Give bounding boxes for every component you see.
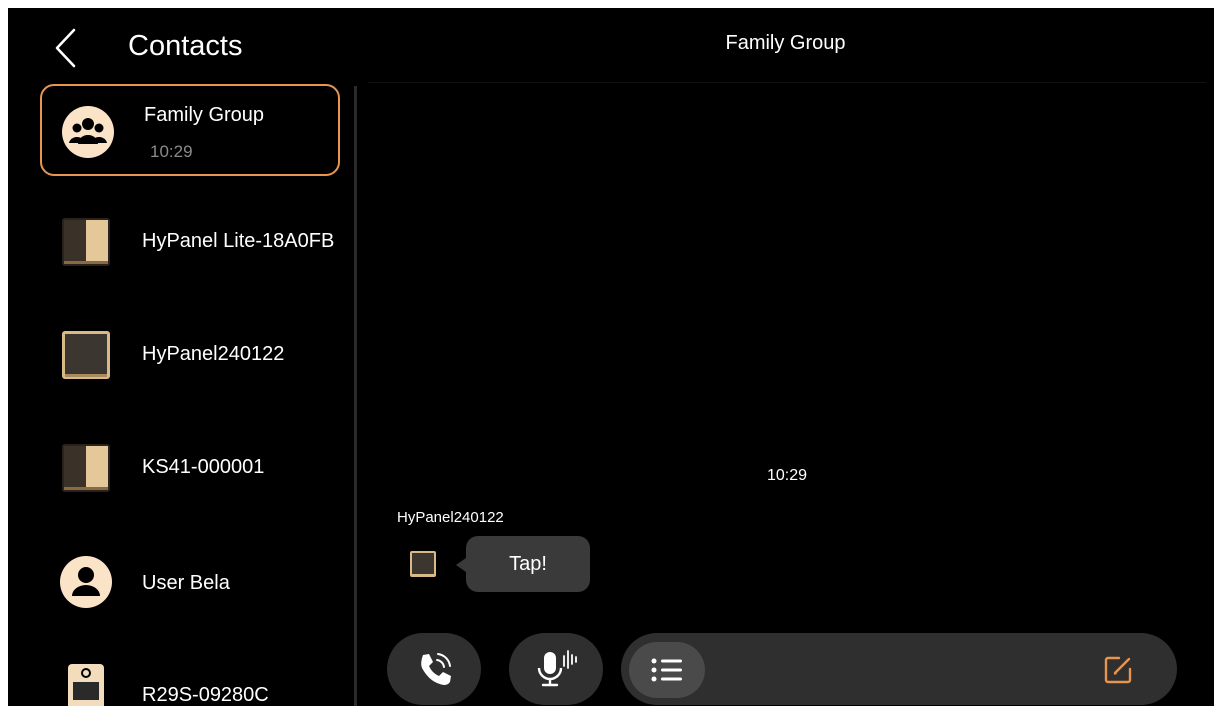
message-bubble[interactable]: Tap! — [456, 536, 590, 592]
contact-user-bela[interactable]: User Bela — [40, 536, 340, 628]
microphone-icon — [537, 650, 577, 687]
sidebar-title: Contacts — [128, 30, 243, 62]
edit-button[interactable] — [1101, 653, 1135, 687]
panel-device-icon — [62, 218, 110, 266]
message-text: Tap! — [509, 552, 547, 575]
list-button[interactable] — [629, 642, 705, 698]
message-timestamp: 10:29 — [767, 467, 808, 484]
message-sender: HyPanel240122 — [397, 509, 504, 526]
group-icon — [62, 106, 114, 158]
chevron-left-icon — [55, 28, 76, 68]
contact-name: KS41-000001 — [142, 456, 265, 478]
panel-device-icon — [62, 331, 110, 379]
voice-message-button[interactable] — [509, 633, 603, 705]
contact-name: HyPanel240122 — [142, 343, 285, 365]
door-station-icon — [68, 664, 104, 706]
back-button[interactable] — [46, 26, 86, 70]
panel-device-icon — [410, 551, 436, 577]
contact-name: R29S-09280C — [142, 684, 269, 706]
sidebar-divider — [354, 86, 357, 706]
contact-hypanel240122[interactable]: HyPanel240122 — [40, 309, 340, 401]
edit-icon — [1104, 656, 1132, 684]
panel-device-icon — [62, 444, 110, 492]
contact-time: 10:29 — [150, 142, 193, 161]
contact-name: Family Group — [144, 104, 265, 126]
call-button[interactable] — [387, 633, 481, 705]
contact-name: User Bela — [142, 572, 230, 594]
header-divider — [368, 82, 1206, 83]
chat-header: Family Group — [357, 8, 1214, 84]
contact-name: HyPanel Lite-18A0FB — [142, 230, 335, 252]
list-icon — [651, 658, 682, 682]
contact-family-group[interactable]: Family Group 10:29 — [40, 84, 340, 176]
contacts-sidebar: Contacts Family Group 10:29 HyPanel Lite… — [8, 8, 354, 706]
contact-r29s[interactable]: R29S-09280C — [40, 646, 340, 706]
app-screen: Contacts Family Group 10:29 HyPanel Lite… — [8, 8, 1214, 706]
contact-ks41[interactable]: KS41-000001 — [40, 422, 340, 514]
contact-hypanel-lite[interactable]: HyPanel Lite-18A0FB — [40, 196, 340, 288]
phone-call-icon — [421, 653, 451, 685]
chat-title: Family Group — [725, 32, 846, 54]
message-input-bar[interactable] — [621, 633, 1177, 705]
user-icon — [60, 556, 112, 608]
